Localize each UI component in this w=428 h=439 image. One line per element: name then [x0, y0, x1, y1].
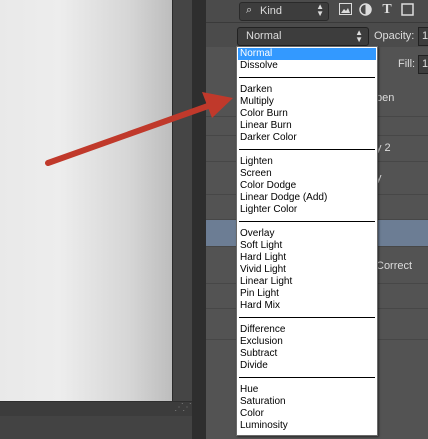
search-icon: ⌕	[246, 4, 253, 16]
kind-filter-select[interactable]: ⌕ Kind ▲ ▼	[239, 2, 329, 21]
blend-mode-option[interactable]: Difference	[238, 324, 376, 336]
opacity-label: Opacity:	[374, 30, 415, 42]
blend-mode-option[interactable]: Darken	[238, 84, 376, 96]
horizontal-scrollbar[interactable]	[0, 401, 192, 416]
blend-mode-option[interactable]: Color	[238, 408, 376, 420]
menu-separator	[239, 377, 375, 378]
panel-divider[interactable]	[192, 0, 206, 439]
blend-mode-option[interactable]: Color Dodge	[238, 180, 376, 192]
type-filter-icon[interactable]: T	[380, 3, 394, 17]
blend-mode-option[interactable]: Subtract	[238, 348, 376, 360]
blend-mode-option[interactable]: Luminosity	[238, 420, 376, 432]
blend-mode-option[interactable]: Hard Light	[238, 252, 376, 264]
adjustment-filter-icon[interactable]	[358, 3, 372, 17]
fill-field[interactable]: 10	[418, 55, 428, 74]
blend-mode-option[interactable]: Linear Burn	[238, 120, 376, 132]
blend-mode-option[interactable]: Exclusion	[238, 336, 376, 348]
blend-mode-option[interactable]: Color Burn	[238, 108, 376, 120]
layers-filter-toolbar: ⌕ Kind ▲ ▼ T	[206, 0, 428, 23]
blend-mode-option[interactable]: Overlay	[238, 228, 376, 240]
blend-mode-value: Normal	[246, 30, 282, 42]
blend-mode-option[interactable]: Linear Dodge (Add)	[238, 192, 376, 204]
blend-mode-option[interactable]: Darker Color	[238, 132, 376, 144]
shape-filter-icon[interactable]	[400, 3, 414, 17]
menu-separator	[239, 77, 375, 78]
status-bar	[0, 416, 192, 439]
blend-mode-option[interactable]: Hue	[238, 384, 376, 396]
blend-mode-option[interactable]: Pin Light	[238, 288, 376, 300]
blend-mode-option[interactable]: Dissolve	[238, 60, 376, 72]
chevron-updown-icon: ▲ ▼	[316, 2, 324, 18]
opacity-field[interactable]: 10	[418, 27, 428, 46]
menu-separator	[239, 317, 375, 318]
image-filter-icon[interactable]	[338, 3, 352, 17]
blend-mode-option[interactable]: Lighten	[238, 156, 376, 168]
layer-name: Correct	[376, 260, 413, 272]
menu-separator	[239, 221, 375, 222]
blend-mode-option[interactable]: Vivid Light	[238, 264, 376, 276]
blend-mode-option[interactable]: Saturation	[238, 396, 376, 408]
resize-grip-icon[interactable]: ⋰⋰	[172, 401, 192, 415]
blend-mode-option[interactable]: Screen	[238, 168, 376, 180]
blend-mode-option[interactable]: Hard Mix	[238, 300, 376, 312]
blend-mode-option[interactable]: Soft Light	[238, 240, 376, 252]
blend-mode-dropdown[interactable]: Normal Dissolve Darken Multiply Color Burn Li…	[236, 46, 378, 436]
layer-name: y 2	[376, 142, 391, 154]
blend-mode-option[interactable]: Linear Light	[238, 276, 376, 288]
fill-label: Fill:	[398, 58, 416, 70]
blend-mode-option[interactable]: Multiply	[238, 96, 376, 108]
document-canvas[interactable]	[0, 0, 173, 402]
kind-filter-label: Kind	[260, 5, 283, 17]
blend-mode-option[interactable]: Normal	[238, 48, 376, 60]
canvas-area[interactable]: ⋰⋰	[0, 0, 192, 439]
blend-mode-option[interactable]: Lighter Color	[238, 204, 376, 216]
layer-name: pen	[376, 92, 395, 104]
blend-mode-option[interactable]: Divide	[238, 360, 376, 372]
menu-separator	[239, 149, 375, 150]
blend-mode-select[interactable]: Normal ▲ ▼	[237, 27, 369, 46]
blend-mode-row: Normal ▲▼ Opacity: 10	[206, 23, 428, 47]
chevron-updown-icon: ▲ ▼	[355, 28, 363, 44]
